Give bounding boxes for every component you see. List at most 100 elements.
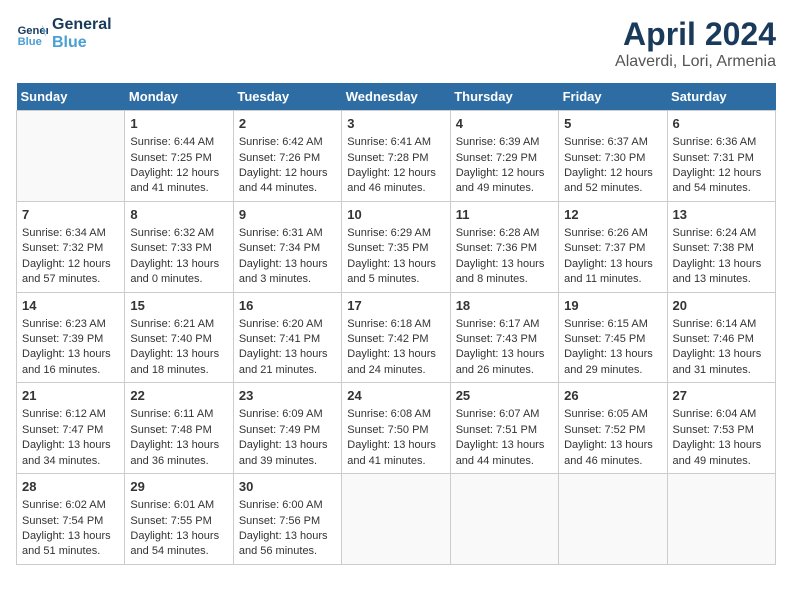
day-number: 20: [673, 297, 770, 315]
daylight-text: Daylight: 13 hours and 56 minutes.: [239, 529, 336, 560]
calendar-cell: 19 Sunrise: 6:15 AMSunset: 7:45 PMDayligh…: [559, 292, 667, 383]
daylight-text: Daylight: 13 hours and 8 minutes.: [456, 257, 553, 288]
day-number: 29: [130, 478, 227, 496]
calendar-cell: 18Sunrise: 6:17 AMSunset: 7:43 PMDayligh…: [450, 292, 558, 383]
daylight-text: Daylight: 13 hours and 21 minutes.: [239, 347, 336, 378]
sunrise-text: Sunrise: 6:01 AM: [130, 498, 227, 513]
sunset-text: Sunset: 7:56 PM: [239, 514, 336, 529]
calendar-week-4: 21Sunrise: 6:12 AMSunset: 7:47 PMDayligh…: [17, 383, 776, 474]
daylight-text: Daylight: 13 hours and 51 minutes.: [22, 529, 119, 560]
sunrise-text: Sunrise: 6:20 AM: [239, 317, 336, 332]
day-number: 27: [673, 387, 770, 405]
calendar-cell: 24Sunrise: 6:08 AMSunset: 7:50 PMDayligh…: [342, 383, 450, 474]
calendar-header: SundayMondayTuesdayWednesdayThursdayFrid…: [17, 83, 776, 111]
sunset-text: Sunset: 7:29 PM: [456, 151, 553, 166]
daylight-text: Daylight: 13 hours and 41 minutes.: [347, 438, 444, 469]
daylight-text: Daylight: 13 hours and 29 minutes.: [564, 347, 661, 378]
day-number: 6: [673, 115, 770, 133]
sunset-text: Sunset: 7:33 PM: [130, 241, 227, 256]
sunrise-text: Sunrise: 6:14 AM: [673, 317, 770, 332]
calendar-table: SundayMondayTuesdayWednesdayThursdayFrid…: [16, 83, 776, 565]
day-number: 9: [239, 206, 336, 224]
title-block: April 2024 Alaverdi, Lori, Armenia: [615, 16, 776, 71]
calendar-cell: [667, 474, 775, 565]
sunrise-text: Sunrise: 6:44 AM: [130, 135, 227, 150]
sunrise-text: Sunrise: 6:11 AM: [130, 407, 227, 422]
day-number: 11: [456, 206, 553, 224]
logo-line1: General: [52, 16, 112, 34]
daylight-text: Daylight: 13 hours and 18 minutes.: [130, 347, 227, 378]
sunset-text: Sunset: 7:30 PM: [564, 151, 661, 166]
sunrise-text: Sunrise: 6:29 AM: [347, 226, 444, 241]
sunrise-text: Sunrise: 6:15 AM: [564, 317, 661, 332]
calendar-cell: 22Sunrise: 6:11 AMSunset: 7:48 PMDayligh…: [125, 383, 233, 474]
sunrise-text: Sunrise: 6:00 AM: [239, 498, 336, 513]
daylight-text: Daylight: 13 hours and 34 minutes.: [22, 438, 119, 469]
day-number: 17: [347, 297, 444, 315]
day-number: 13: [673, 206, 770, 224]
sunset-text: Sunset: 7:34 PM: [239, 241, 336, 256]
day-header-thursday: Thursday: [450, 83, 558, 111]
daylight-text: Daylight: 13 hours and 11 minutes.: [564, 257, 661, 288]
daylight-text: Daylight: 13 hours and 16 minutes.: [22, 347, 119, 378]
daylight-text: Daylight: 13 hours and 44 minutes.: [456, 438, 553, 469]
sunset-text: Sunset: 7:41 PM: [239, 332, 336, 347]
daylight-text: Daylight: 13 hours and 3 minutes.: [239, 257, 336, 288]
sunrise-text: Sunrise: 6:05 AM: [564, 407, 661, 422]
sunrise-text: Sunrise: 6:23 AM: [22, 317, 119, 332]
daylight-text: Daylight: 13 hours and 39 minutes.: [239, 438, 336, 469]
day-number: 22: [130, 387, 227, 405]
calendar-cell: 29Sunrise: 6:01 AMSunset: 7:55 PMDayligh…: [125, 474, 233, 565]
sunset-text: Sunset: 7:40 PM: [130, 332, 227, 347]
day-number: 3: [347, 115, 444, 133]
sunrise-text: Sunrise: 6:17 AM: [456, 317, 553, 332]
calendar-cell: 1Sunrise: 6:44 AMSunset: 7:25 PMDaylight…: [125, 111, 233, 202]
daylight-text: Daylight: 13 hours and 36 minutes.: [130, 438, 227, 469]
day-number: 1: [130, 115, 227, 133]
sunrise-text: Sunrise: 6:37 AM: [564, 135, 661, 150]
calendar-cell: 13Sunrise: 6:24 AMSunset: 7:38 PMDayligh…: [667, 201, 775, 292]
sunset-text: Sunset: 7:47 PM: [22, 423, 119, 438]
sunrise-text: Sunrise: 6:26 AM: [564, 226, 661, 241]
calendar-cell: 15Sunrise: 6:21 AMSunset: 7:40 PMDayligh…: [125, 292, 233, 383]
calendar-cell: 8Sunrise: 6:32 AMSunset: 7:33 PMDaylight…: [125, 201, 233, 292]
sunset-text: Sunset: 7:39 PM: [22, 332, 119, 347]
calendar-week-1: 1Sunrise: 6:44 AMSunset: 7:25 PMDaylight…: [17, 111, 776, 202]
daylight-text: Daylight: 13 hours and 0 minutes.: [130, 257, 227, 288]
sunrise-text: Sunrise: 6:41 AM: [347, 135, 444, 150]
sunset-text: Sunset: 7:45 PM: [564, 332, 661, 347]
daylight-text: Daylight: 12 hours and 52 minutes.: [564, 166, 661, 197]
sunset-text: Sunset: 7:42 PM: [347, 332, 444, 347]
daylight-text: Daylight: 12 hours and 57 minutes.: [22, 257, 119, 288]
sunrise-text: Sunrise: 6:31 AM: [239, 226, 336, 241]
sunset-text: Sunset: 7:53 PM: [673, 423, 770, 438]
sunset-text: Sunset: 7:50 PM: [347, 423, 444, 438]
sunrise-text: Sunrise: 6:04 AM: [673, 407, 770, 422]
sunset-text: Sunset: 7:38 PM: [673, 241, 770, 256]
calendar-cell: 5Sunrise: 6:37 AMSunset: 7:30 PMDaylight…: [559, 111, 667, 202]
calendar-week-2: 7Sunrise: 6:34 AMSunset: 7:32 PMDaylight…: [17, 201, 776, 292]
daylight-text: Daylight: 12 hours and 49 minutes.: [456, 166, 553, 197]
sunrise-text: Sunrise: 6:28 AM: [456, 226, 553, 241]
calendar-cell: 30Sunrise: 6:00 AMSunset: 7:56 PMDayligh…: [233, 474, 341, 565]
logo-line2: Blue: [52, 34, 112, 52]
calendar-cell: 16 Sunrise: 6:20 AMSunset: 7:41 PMDayligh…: [233, 292, 341, 383]
calendar-cell: [450, 474, 558, 565]
sunset-text: Sunset: 7:28 PM: [347, 151, 444, 166]
calendar-cell: 27Sunrise: 6:04 AMSunset: 7:53 PMDayligh…: [667, 383, 775, 474]
calendar-cell: 10Sunrise: 6:29 AMSunset: 7:35 PMDayligh…: [342, 201, 450, 292]
day-number: 16: [239, 297, 336, 315]
daylight-text: Daylight: 13 hours and 5 minutes.: [347, 257, 444, 288]
daylight-text: Daylight: 13 hours and 26 minutes.: [456, 347, 553, 378]
calendar-cell: 4Sunrise: 6:39 AMSunset: 7:29 PMDaylight…: [450, 111, 558, 202]
daylight-text: Daylight: 12 hours and 46 minutes.: [347, 166, 444, 197]
sunset-text: Sunset: 7:35 PM: [347, 241, 444, 256]
day-number: 19: [564, 297, 661, 315]
day-header-saturday: Saturday: [667, 83, 775, 111]
calendar-cell: 6Sunrise: 6:36 AMSunset: 7:31 PMDaylight…: [667, 111, 775, 202]
calendar-cell: [559, 474, 667, 565]
day-number: 21: [22, 387, 119, 405]
daylight-text: Daylight: 12 hours and 44 minutes.: [239, 166, 336, 197]
day-number: 12: [564, 206, 661, 224]
day-number: 2: [239, 115, 336, 133]
